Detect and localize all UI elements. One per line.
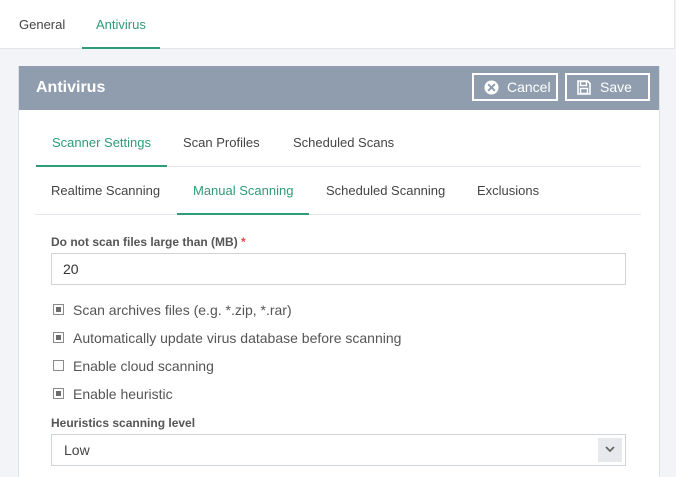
max-size-input[interactable]: 20 <box>51 253 626 285</box>
tab-scheduled-scanning[interactable]: Scheduled Scanning <box>326 170 445 214</box>
panel-title: Antivirus <box>36 79 106 96</box>
heuristic-checkbox[interactable] <box>53 388 64 399</box>
scan-archives-label: Scan archives files (e.g. *.zip, *.rar) <box>73 302 292 318</box>
panel-header: Antivirus Cancel Save <box>19 66 659 110</box>
auto-update-label: Automatically update virus database befo… <box>73 330 402 346</box>
auto-update-checkbox[interactable] <box>53 332 64 343</box>
tab-scan-profiles[interactable]: Scan Profiles <box>183 122 260 166</box>
scan-archives-checkbox[interactable] <box>53 304 64 315</box>
tab-general[interactable]: General <box>19 0 65 48</box>
save-button[interactable]: Save <box>565 73 650 101</box>
tab-realtime-scanning[interactable]: Realtime Scanning <box>51 170 160 214</box>
cloud-scanning-label: Enable cloud scanning <box>73 358 214 374</box>
required-marker: * <box>241 235 246 249</box>
cancel-button[interactable]: Cancel <box>472 73 558 101</box>
scan-type-tab-bar: Realtime Scanning Manual Scanning Schedu… <box>35 170 641 215</box>
heuristics-level-value: Low <box>64 442 90 458</box>
cancel-icon <box>484 80 499 98</box>
dropdown-toggle[interactable] <box>598 438 622 462</box>
tab-manual-scanning[interactable]: Manual Scanning <box>176 170 311 215</box>
heuristics-level-select[interactable]: Low <box>51 434 626 466</box>
floppy-disk-icon <box>577 80 591 98</box>
tab-scheduled-scans[interactable]: Scheduled Scans <box>293 122 394 166</box>
scanner-tab-bar: Scanner Settings Scan Profiles Scheduled… <box>35 122 641 167</box>
antivirus-panel: Antivirus Cancel Save Scanner Settings S… <box>18 66 660 477</box>
max-size-label-text: Do not scan files large than (MB) <box>51 235 238 249</box>
cloud-scanning-checkbox[interactable] <box>53 360 64 371</box>
heuristic-label: Enable heuristic <box>73 386 173 402</box>
tab-exclusions[interactable]: Exclusions <box>477 170 539 214</box>
top-tab-bar: General Antivirus <box>0 0 675 49</box>
tab-scanner-settings[interactable]: Scanner Settings <box>35 122 168 167</box>
save-label: Save <box>600 79 632 95</box>
max-size-label: Do not scan files large than (MB) * <box>51 235 246 249</box>
cancel-label: Cancel <box>507 79 551 95</box>
tab-antivirus[interactable]: Antivirus <box>82 0 160 49</box>
heuristics-level-label: Heuristics scanning level <box>51 416 196 430</box>
chevron-down-icon <box>605 446 615 453</box>
